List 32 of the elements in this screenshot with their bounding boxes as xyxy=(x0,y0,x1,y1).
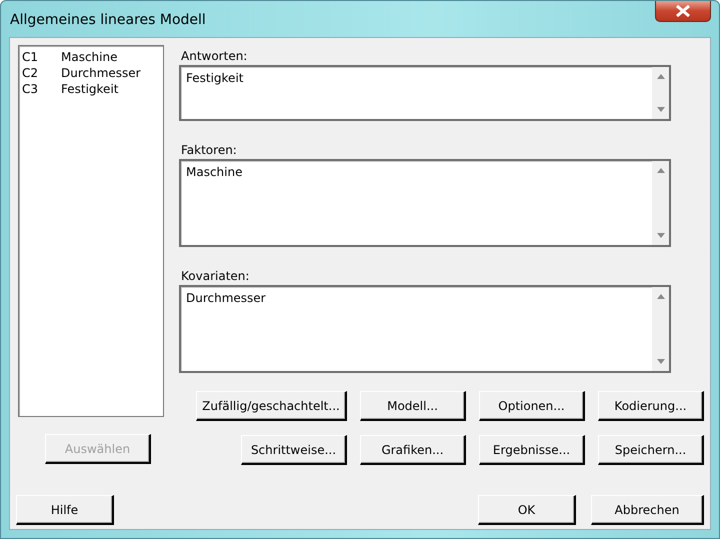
column-item[interactable]: C2 Durchmesser xyxy=(22,65,160,81)
column-item[interactable]: C3 Festigkeit xyxy=(22,81,160,97)
option-button[interactable]: Optionen... xyxy=(479,391,585,421)
option-button[interactable]: Speichern... xyxy=(598,435,704,465)
option-button[interactable]: Zufällig/geschachtelt... xyxy=(196,391,347,421)
scroll-down-icon xyxy=(656,233,664,238)
option-button[interactable]: Modell... xyxy=(360,391,466,421)
scrollbar[interactable] xyxy=(652,287,669,371)
option-button[interactable]: Schrittweise... xyxy=(241,435,347,465)
dialog-button[interactable]: Abbrechen xyxy=(591,495,704,525)
field-label: Kovariaten: xyxy=(181,268,250,285)
field-label: Faktoren: xyxy=(181,142,238,159)
close-button[interactable] xyxy=(655,1,711,22)
scroll-up-icon xyxy=(656,74,664,79)
column-item[interactable]: C1 Maschine xyxy=(22,49,160,65)
field-label: Antworten: xyxy=(181,48,248,65)
scroll-up-icon xyxy=(656,294,664,299)
option-button[interactable]: Kodierung... xyxy=(598,391,704,421)
help-button[interactable]: Hilfe xyxy=(16,495,114,525)
text-area[interactable]: Festigkeit xyxy=(179,65,671,121)
option-button[interactable]: Ergebnisse... xyxy=(479,435,585,465)
scroll-down-icon xyxy=(656,359,664,364)
close-icon xyxy=(675,5,691,17)
scroll-down-icon xyxy=(656,107,664,112)
scrollbar[interactable] xyxy=(652,161,669,245)
dialog-button[interactable]: OK xyxy=(478,495,576,525)
text-area[interactable]: Maschine xyxy=(179,159,671,247)
window-title: Allgemeines lineares Modell xyxy=(10,11,206,28)
option-button[interactable]: Grafiken... xyxy=(360,435,466,465)
scrollbar[interactable] xyxy=(652,67,669,119)
text-area[interactable]: Durchmesser xyxy=(179,285,671,373)
scroll-up-icon xyxy=(656,168,664,173)
